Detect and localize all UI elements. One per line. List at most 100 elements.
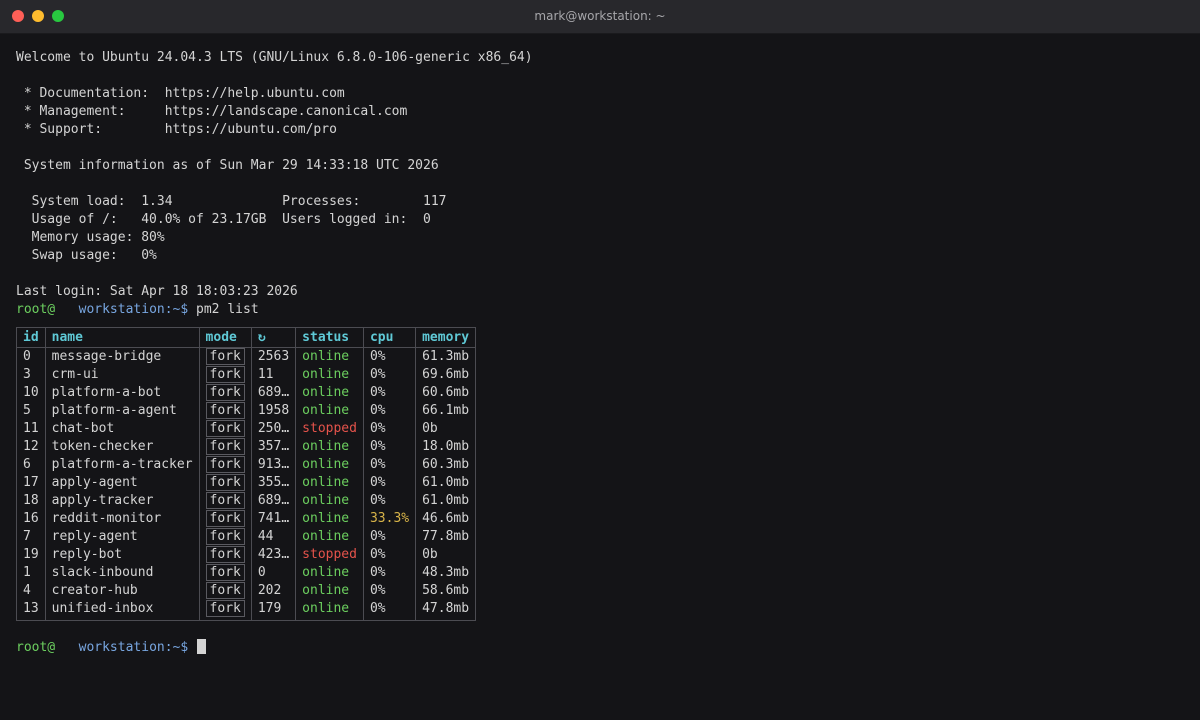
process-id: 17 bbox=[16, 474, 46, 492]
table-body: 0 message-bridge fork 2563 online 0% 61.3mb 3 cr… bbox=[16, 347, 477, 621]
process-id: 18 bbox=[16, 492, 46, 510]
process-restarts: 2563 bbox=[250, 347, 297, 366]
terminal-window: mark@workstation: ~ Welcome to Ubuntu 24… bbox=[0, 0, 1200, 720]
process-name: reply-agent bbox=[44, 528, 200, 546]
process-cpu: 0% bbox=[362, 438, 417, 456]
process-mode: fork bbox=[205, 546, 245, 563]
process-memory: 48.3mb bbox=[415, 564, 477, 582]
window-title: mark@workstation: ~ bbox=[534, 9, 666, 23]
column-header-status: status bbox=[295, 327, 364, 348]
process-mode-cell: fork bbox=[198, 474, 252, 492]
process-memory: 47.8mb bbox=[415, 600, 477, 621]
process-restarts: 689… bbox=[250, 384, 297, 402]
process-restarts: 250… bbox=[250, 420, 297, 438]
process-mode: fork bbox=[205, 438, 245, 455]
process-cpu: 0% bbox=[362, 492, 417, 510]
column-header-restarts: ↻ bbox=[250, 327, 297, 348]
process-cpu: 33.3% bbox=[362, 510, 417, 528]
text-cursor bbox=[197, 639, 207, 654]
process-mode-cell: fork bbox=[198, 456, 252, 474]
process-memory: 61.0mb bbox=[415, 474, 477, 492]
prompt-line[interactable]: root@ workstation:~$ bbox=[16, 639, 1184, 657]
prompt-host: workstation:~$ bbox=[78, 640, 189, 655]
process-memory: 46.6mb bbox=[415, 510, 477, 528]
process-mode: fork bbox=[205, 582, 245, 599]
process-status: online bbox=[295, 528, 364, 546]
process-restarts: 0 bbox=[250, 564, 297, 582]
process-name: apply-tracker bbox=[44, 492, 200, 510]
table-row: 16 reddit-monitor fork 741… online 33.3% 46.6m… bbox=[16, 510, 477, 528]
process-memory: 66.1mb bbox=[415, 402, 477, 420]
process-mode: fork bbox=[205, 420, 245, 437]
table-row: 13 unified-inbox fork 179 online 0% 47.8mb bbox=[16, 600, 477, 621]
process-status: online bbox=[295, 600, 364, 621]
sysinfo-header: System information as of Sun Mar 29 14:3… bbox=[16, 158, 439, 173]
process-memory: 60.3mb bbox=[415, 456, 477, 474]
process-mode-cell: fork bbox=[198, 384, 252, 402]
process-mode: fork bbox=[205, 510, 245, 527]
process-name: crm-ui bbox=[44, 366, 200, 384]
motd-link-line: * Support: https://ubuntu.com/pro bbox=[16, 122, 337, 137]
process-mode: fork bbox=[205, 384, 245, 401]
process-memory: 77.8mb bbox=[415, 528, 477, 546]
table-row: 0 message-bridge fork 2563 online 0% 61.3mb bbox=[16, 347, 477, 366]
process-cpu: 0% bbox=[362, 474, 417, 492]
process-name: platform-a-bot bbox=[44, 384, 200, 402]
process-restarts: 1958 bbox=[250, 402, 297, 420]
process-status: stopped bbox=[295, 420, 364, 438]
process-mode-cell: fork bbox=[198, 402, 252, 420]
process-id: 10 bbox=[16, 384, 46, 402]
process-mode: fork bbox=[205, 528, 245, 545]
process-memory: 61.3mb bbox=[415, 347, 477, 366]
process-cpu: 0% bbox=[362, 420, 417, 438]
process-mode-cell: fork bbox=[198, 438, 252, 456]
process-name: unified-inbox bbox=[44, 600, 200, 621]
process-mode-cell: fork bbox=[198, 528, 252, 546]
welcome-line: Welcome to Ubuntu 24.04.3 LTS (GNU/Linux… bbox=[16, 50, 533, 65]
process-memory: 0b bbox=[415, 420, 477, 438]
process-name: chat-bot bbox=[44, 420, 200, 438]
process-cpu: 0% bbox=[362, 600, 417, 621]
process-cpu: 0% bbox=[362, 366, 417, 384]
process-id: 3 bbox=[16, 366, 46, 384]
terminal-output[interactable]: Welcome to Ubuntu 24.04.3 LTS (GNU/Linux… bbox=[16, 49, 1184, 657]
table-row: 19 reply-bot fork 423… stopped 0% 0b bbox=[16, 546, 477, 564]
table-row: 12 token-checker fork 357… online 0% 18.0mb bbox=[16, 438, 477, 456]
prompt-user: root@ bbox=[16, 302, 56, 317]
process-mode: fork bbox=[205, 474, 245, 491]
process-id: 6 bbox=[16, 456, 46, 474]
process-status: online bbox=[295, 438, 364, 456]
sysinfo-line: System load: 1.34 Processes: 117 bbox=[16, 194, 447, 209]
process-id: 13 bbox=[16, 600, 46, 621]
column-header-cpu: cpu bbox=[362, 327, 417, 348]
process-status: online bbox=[295, 564, 364, 582]
process-mode: fork bbox=[205, 402, 245, 419]
table-row: 5 platform-a-agent fork 1958 online 0% 66.1mb bbox=[16, 402, 477, 420]
process-name: token-checker bbox=[44, 438, 200, 456]
process-id: 12 bbox=[16, 438, 46, 456]
sysinfo-line: Swap usage: 0% bbox=[16, 248, 157, 263]
process-mode-cell: fork bbox=[198, 510, 252, 528]
process-cpu: 0% bbox=[362, 582, 417, 600]
process-restarts: 44 bbox=[250, 528, 297, 546]
process-mode-cell: fork bbox=[198, 420, 252, 438]
process-name: message-bridge bbox=[44, 347, 200, 366]
process-name: reddit-monitor bbox=[44, 510, 200, 528]
process-restarts: 741… bbox=[250, 510, 297, 528]
process-id: 7 bbox=[16, 528, 46, 546]
process-mode: fork bbox=[205, 456, 245, 473]
process-restarts: 423… bbox=[250, 546, 297, 564]
process-status: online bbox=[295, 510, 364, 528]
column-header-name: name bbox=[44, 327, 200, 348]
table-row: 3 crm-ui fork 11 online 0% 69.6mb bbox=[16, 366, 477, 384]
process-mode: fork bbox=[205, 492, 245, 509]
process-restarts: 355… bbox=[250, 474, 297, 492]
column-header-memory: memory bbox=[415, 327, 477, 348]
process-status: stopped bbox=[295, 546, 364, 564]
process-mode-cell: fork bbox=[198, 347, 252, 366]
title-bar: mark@workstation: ~ bbox=[0, 0, 1200, 34]
process-status: online bbox=[295, 456, 364, 474]
